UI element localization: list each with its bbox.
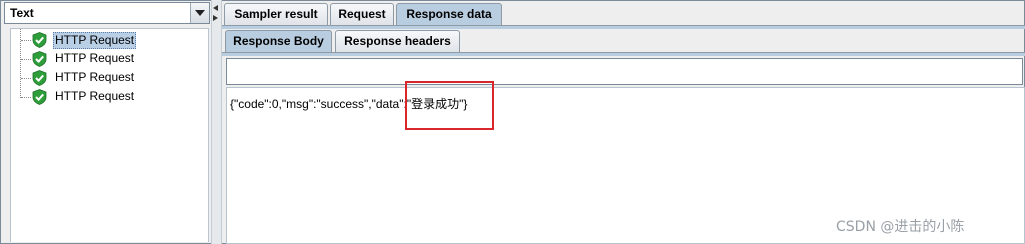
- success-shield-icon: [32, 70, 47, 86]
- highlight-annotation: [405, 81, 494, 130]
- success-shield-icon: [32, 51, 47, 67]
- tree-item-label: HTTP Request: [55, 51, 135, 65]
- tree-item-label: HTTP Request: [53, 32, 137, 49]
- renderer-select[interactable]: Text: [4, 2, 210, 24]
- tree-connector: [21, 40, 31, 41]
- collapse-left-arrow-icon[interactable]: [213, 5, 219, 11]
- tree-connector: [21, 59, 31, 60]
- tree-connector: [21, 97, 31, 98]
- tab-response-data[interactable]: Response data: [396, 3, 502, 25]
- search-input[interactable]: [226, 58, 1023, 85]
- tab-label: Response data: [406, 7, 492, 21]
- tree-item[interactable]: HTTP Request: [11, 31, 201, 49]
- tab-label: Response headers: [344, 34, 451, 48]
- chevron-down-icon: [195, 10, 205, 16]
- tab-label: Request: [338, 7, 386, 21]
- tab-response-body[interactable]: Response Body: [225, 30, 332, 52]
- tab-sampler-result[interactable]: Sampler result: [224, 3, 328, 25]
- tree-item[interactable]: HTTP Request: [11, 88, 201, 106]
- tree-item-label: HTTP Request: [55, 70, 135, 84]
- success-shield-icon: [32, 32, 47, 48]
- tab-underline: [222, 25, 1025, 29]
- dropdown-button[interactable]: [190, 3, 209, 23]
- watermark: CSDN @进击的小陈: [836, 219, 965, 235]
- tree-item[interactable]: HTTP Request: [11, 69, 201, 87]
- results-tree[interactable]: HTTP Request HTTP Request HTTP Request H…: [10, 28, 209, 242]
- tree-connector: [21, 78, 31, 79]
- tree-item-label: HTTP Request: [55, 89, 135, 103]
- expand-right-arrow-icon[interactable]: [213, 15, 219, 21]
- success-shield-icon: [32, 89, 47, 105]
- tab-label: Sampler result: [234, 7, 318, 21]
- tab-request[interactable]: Request: [330, 3, 394, 25]
- tab-underline: [222, 52, 1025, 56]
- right-panel: Sampler result Request Response data Res…: [221, 0, 1025, 244]
- tab-label: Response Body: [233, 34, 324, 48]
- tab-response-headers[interactable]: Response headers: [335, 30, 460, 52]
- tree-item[interactable]: HTTP Request: [11, 50, 201, 68]
- renderer-select-value: Text: [10, 6, 34, 20]
